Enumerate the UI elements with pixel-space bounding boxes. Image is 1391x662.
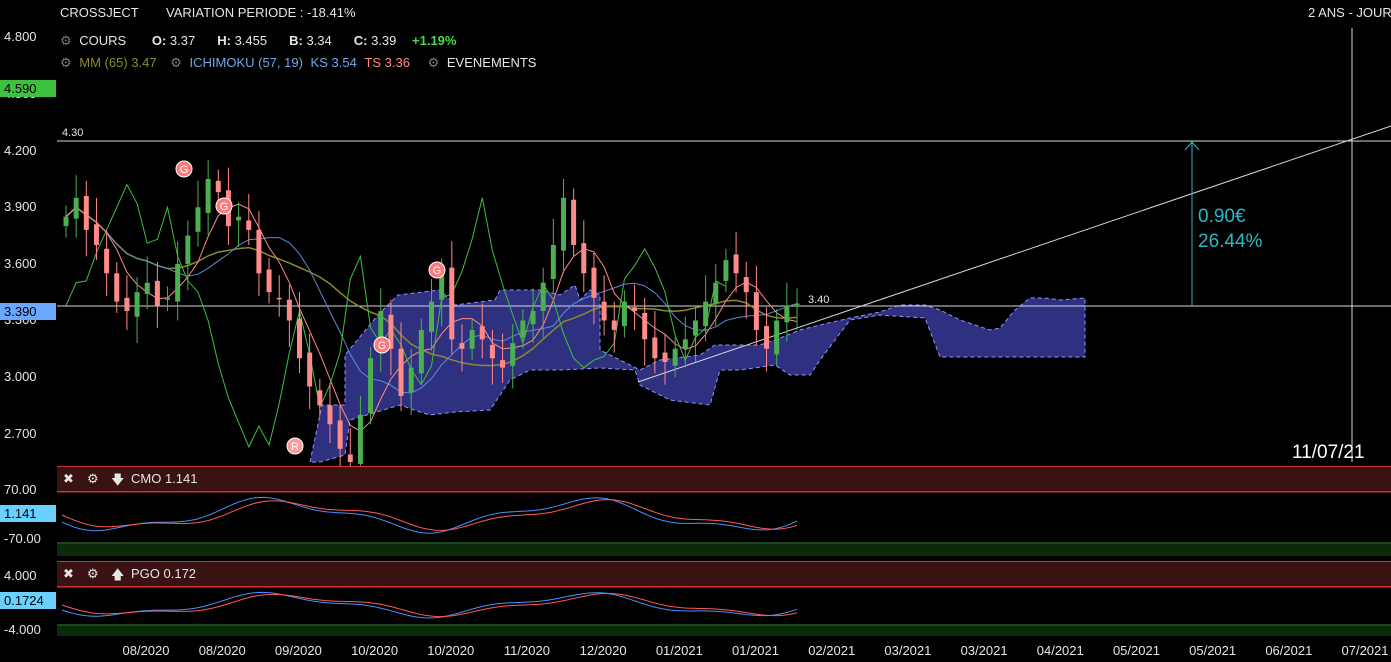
date-tick: 05/2021 [1112,643,1160,658]
date-tick: 06/2021 [1265,643,1313,658]
cmo-line [61,499,798,531]
date-tick: 07/2021 [1341,643,1389,658]
date-tick: 08/2020 [198,643,246,658]
date-tick: 01/2021 [655,643,703,658]
date-tick: 03/2021 [960,643,1008,658]
date-tick: 08/2020 [122,643,170,658]
cmo-signal-line [61,496,798,534]
date-tick: 12/2020 [579,643,627,658]
date-tick: 09/2020 [274,643,322,658]
date-tick: 10/2020 [427,643,475,658]
date-tick: 03/2021 [884,643,932,658]
oscillator-panels [57,491,1391,636]
date-tick: 04/2021 [1036,643,1084,658]
date-tick: 05/2021 [1189,643,1237,658]
date-tick: 11/2020 [503,643,550,658]
date-tick: 01/2021 [732,643,779,658]
pgo-line [61,592,798,618]
date-tick: 02/2021 [808,643,856,658]
date-tick: 10/2020 [351,643,399,658]
pgo-signal-line [61,591,798,619]
